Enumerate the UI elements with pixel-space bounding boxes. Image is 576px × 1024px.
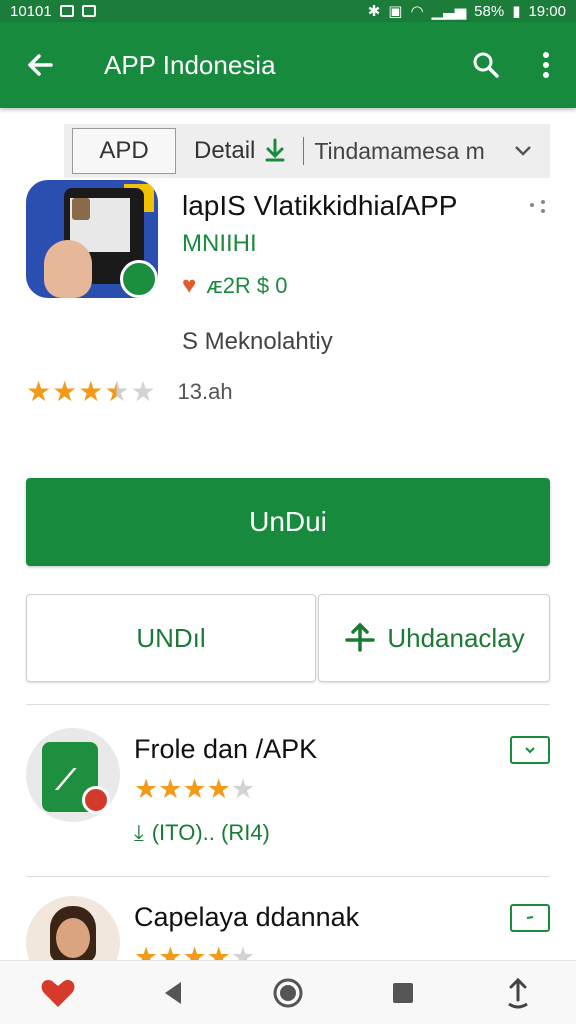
divider (26, 704, 550, 705)
system-nav-bar (0, 960, 576, 1024)
clock: 19:00 (528, 2, 566, 20)
download-icon (345, 622, 376, 652)
chevron-small-icon (525, 747, 535, 754)
filter-dropdown-value: Tindamamesa m (314, 137, 485, 164)
secondary-button-left[interactable]: UNDıl (26, 594, 316, 682)
app-logo-icon: ⟋ (56, 764, 76, 795)
list-item-icon: ⟋ (26, 728, 120, 822)
battery-percent: 58% (474, 2, 505, 20)
nav-favorite-button[interactable] (28, 963, 88, 1023)
status-left-text: 10101 (10, 2, 52, 20)
status-bar: 10101 ✱ ▣ ◠ ▁▃▅ 58% ▮ 19:00 (0, 0, 576, 22)
wifi-icon: ◠ (410, 3, 424, 20)
circle-home-icon (273, 978, 303, 1007)
notification-icon-2 (81, 5, 96, 17)
star-half-icon: ★ (104, 376, 130, 407)
rating-row: ★ ★ ★ ★ ★ 13.ah (26, 378, 233, 406)
minus-small-icon (526, 916, 534, 919)
app-bar-title: APP Indonesia (104, 49, 276, 80)
more-vert-icon (543, 52, 549, 78)
app-name: lapIS VlatikkidhiaſAPP (182, 190, 458, 221)
list-item[interactable]: ⟋ Frole dan /APK ★ ★ ★ ★ ★ ⤓ (ITO).. (RI… (26, 712, 550, 872)
triangle-back-icon (164, 981, 181, 1004)
list-item-title: Capelaya ddannak (134, 902, 360, 932)
list-item-stars: ★ ★ ★ ★ ★ (134, 776, 255, 803)
secondary-button-right[interactable]: Uhdanaclay (318, 594, 550, 682)
back-button[interactable] (0, 22, 80, 108)
tab-app[interactable]: APD (72, 128, 176, 174)
bluetooth-icon: ✱ (367, 3, 381, 20)
app-overflow-icon[interactable] (526, 196, 550, 220)
filter-separator (303, 137, 305, 165)
heart-icon (41, 979, 75, 1007)
share-icon (508, 977, 529, 1008)
list-item-meta: ⤓ (ITO).. (RI4) (134, 820, 270, 846)
nav-recents-button[interactable] (373, 963, 433, 1023)
app-subtitle: MNIIHI (182, 230, 257, 257)
download-small-icon: ⤓ (134, 820, 144, 845)
battery-icon: ▮ (512, 3, 521, 20)
rating-stars: ★ ★ ★ ★ ★ (26, 378, 156, 406)
rating-count: 13.ah (177, 379, 233, 404)
search-icon (473, 52, 499, 78)
star-icon: ★ (134, 774, 159, 804)
tab-detail-label: Detail (194, 137, 256, 164)
secondary-button-right-label: Uhdanaclay (387, 622, 525, 653)
install-button[interactable]: UnDui (26, 478, 550, 566)
secondary-button-left-label: UNDıl (136, 622, 206, 653)
app-developer: S Meknolahtiy (182, 328, 333, 355)
app-price: ᴁ2R $ 0 (206, 273, 288, 298)
notification-icon (59, 5, 74, 17)
search-button[interactable] (456, 22, 516, 108)
download-hand-icon (265, 138, 285, 162)
arrow-left-icon (28, 54, 53, 76)
app-icon (26, 180, 158, 298)
list-item-title: Frole dan /APK (134, 734, 318, 764)
list-item-meta-text: (ITO).. (RI4) (151, 820, 270, 845)
star-icon: ★ (78, 376, 104, 407)
filter-bar: APD Detail Tindamamesa m (64, 124, 550, 178)
star-icon: ★ (206, 774, 231, 804)
divider (26, 876, 550, 877)
expand-toggle-icon[interactable] (510, 904, 550, 932)
tab-detail[interactable]: Detail (194, 137, 287, 165)
star-icon: ★ (182, 774, 207, 804)
nav-home-button[interactable] (258, 963, 318, 1023)
nav-back-button[interactable] (143, 963, 203, 1023)
app-bar: APP Indonesia (0, 22, 576, 108)
app-icon-hand (44, 240, 92, 298)
play-badge-icon (82, 786, 110, 814)
chevron-down-icon (515, 146, 531, 156)
star-icon: ★ (26, 376, 52, 407)
more-options-button[interactable] (516, 22, 576, 108)
vibrate-icon: ▣ (388, 3, 403, 20)
expand-toggle-icon[interactable] (510, 736, 550, 764)
nav-share-button[interactable] (488, 963, 548, 1023)
star-empty-icon: ★ (230, 774, 256, 804)
filter-dropdown[interactable]: Tindamamesa m (314, 138, 550, 165)
star-icon: ★ (158, 774, 183, 804)
heart-icon: ♥ (182, 272, 197, 299)
face-shape (56, 918, 90, 958)
square-recents-icon (393, 982, 414, 1003)
star-icon: ★ (52, 376, 78, 407)
verified-badge-icon (120, 260, 158, 298)
star-empty-icon: ★ (130, 376, 156, 407)
app-price-row: ♥ ᴁ2R $ 0 (182, 272, 288, 300)
app-icon-avatar (72, 198, 90, 220)
signal-icon: ▁▃▅ (431, 3, 467, 20)
